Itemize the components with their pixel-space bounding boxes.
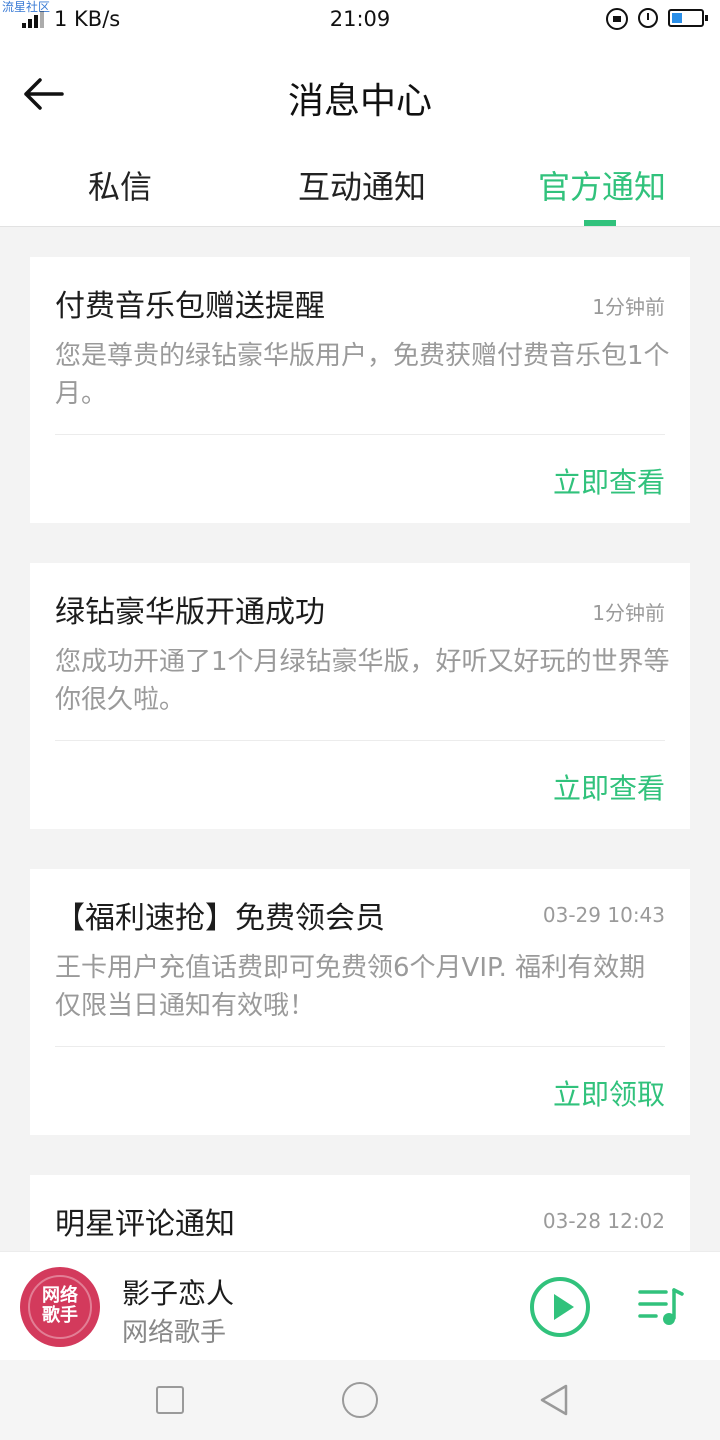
- status-bar: 流星社区 1 KB/s 21:09: [0, 0, 720, 38]
- album-art-text: 网络 歌手: [42, 1285, 78, 1326]
- play-icon: [554, 1294, 574, 1320]
- header: 消息中心: [0, 38, 720, 148]
- home-icon[interactable]: [342, 1382, 378, 1418]
- tab-interaction-notices[interactable]: 互动通知: [298, 162, 426, 208]
- system-nav-bar: [0, 1360, 720, 1440]
- album-art[interactable]: 网络 歌手: [20, 1267, 100, 1347]
- notification-title: 明星评论通知: [55, 1207, 235, 1242]
- system-back-icon[interactable]: [536, 1382, 572, 1418]
- tab-private-messages[interactable]: 私信: [88, 162, 152, 208]
- recent-apps-icon[interactable]: [156, 1386, 184, 1414]
- play-button[interactable]: [530, 1277, 590, 1337]
- notification-time: 03-28 12:02: [542, 1209, 665, 1233]
- notification-card[interactable]: 明星评论通知 03-28 12:02: [30, 1175, 690, 1251]
- playlist-button[interactable]: [638, 1284, 686, 1328]
- rotation-lock-icon: [606, 8, 628, 30]
- mini-player[interactable]: 网络 歌手 影子恋人 网络歌手: [0, 1251, 720, 1360]
- song-title: 影子恋人: [122, 1277, 235, 1310]
- page-title: 消息中心: [287, 81, 432, 122]
- alarm-icon: [638, 8, 658, 28]
- notification-list-clip: 明星评论通知 03-28 12:02: [0, 227, 720, 1251]
- tab-bar: 私信 互动通知 官方通知: [0, 148, 720, 227]
- tab-active-indicator: [584, 220, 616, 226]
- playlist-icon: [638, 1288, 684, 1325]
- battery-icon: [668, 9, 708, 27]
- song-artist: 网络歌手: [122, 1318, 227, 1348]
- tab-official-notices[interactable]: 官方通知: [538, 162, 666, 208]
